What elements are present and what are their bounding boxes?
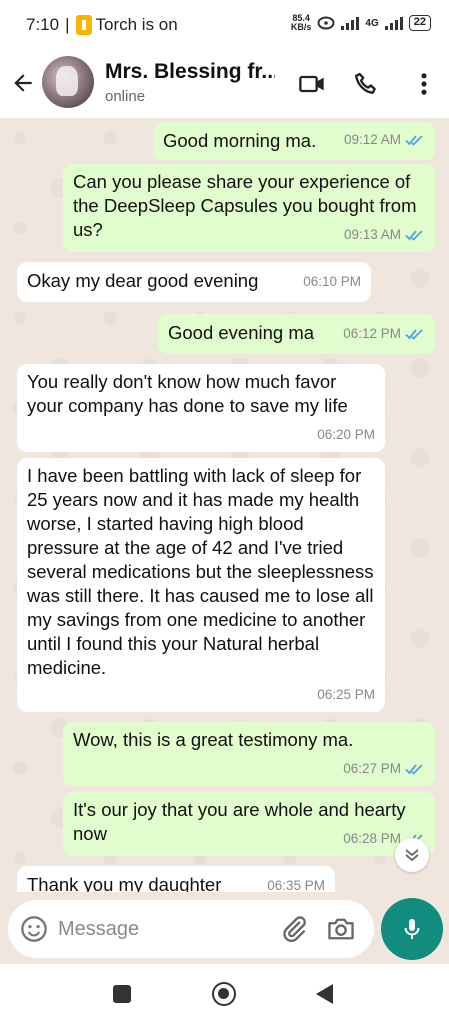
hotspot-icon: [317, 16, 335, 30]
read-ticks-icon: [405, 135, 423, 146]
home-button[interactable]: [212, 982, 236, 1006]
status-bar: 7:10 | Torch is on 85.4 KB/s 4G 22: [0, 0, 449, 50]
message-bubble-incoming[interactable]: I have been battling with lack of sleep …: [17, 458, 385, 712]
message-bubble-outgoing[interactable]: Good morning ma. 09:12 AM: [153, 122, 435, 160]
video-call-icon[interactable]: [298, 70, 326, 98]
phone-call-icon[interactable]: [352, 70, 380, 98]
system-back-button[interactable]: [316, 984, 333, 1004]
speed-unit: KB/s: [290, 22, 312, 32]
read-ticks-icon: [405, 329, 423, 340]
contact-status: online: [105, 88, 146, 105]
status-notification: Torch is on: [95, 15, 178, 34]
message-time: 06:25 PM: [317, 687, 375, 702]
emoji-icon[interactable]: [20, 915, 48, 943]
message-bubble-incoming[interactable]: Okay my dear good evening 06:10 PM: [17, 262, 371, 302]
chat-area[interactable]: Good morning ma. 09:12 AM Can you please…: [0, 118, 449, 892]
message-bubble-incoming[interactable]: Thank you my daughter 06:35 PM: [17, 866, 335, 892]
message-meta: 06:12 PM: [343, 322, 425, 346]
message-time: 06:35 PM: [267, 878, 325, 892]
message-meta: 09:13 AM: [344, 223, 425, 247]
back-arrow-icon[interactable]: [10, 70, 36, 96]
message-time: 09:13 AM: [343, 227, 401, 242]
message-time: 06:28 PM: [343, 831, 401, 846]
system-nav-bar: [0, 964, 449, 1024]
chat-header: Mrs. Blessing fr... online: [0, 50, 449, 118]
signal-bars-1: [341, 16, 360, 30]
recents-button[interactable]: [113, 985, 131, 1003]
message-bubble-outgoing[interactable]: Wow, this is a great testimony ma. 06:27…: [63, 722, 435, 786]
message-bubble-outgoing[interactable]: It's our joy that you are whole and hear…: [63, 792, 435, 856]
message-text: You really don't know how much favor you…: [27, 371, 348, 416]
scroll-down-button[interactable]: [395, 838, 429, 872]
scroll-down-icon: [405, 849, 419, 862]
network-type: 4G: [365, 17, 379, 29]
status-indicators: 85.4 KB/s 4G 22: [291, 14, 431, 32]
message-time: 09:12 AM: [343, 132, 401, 147]
message-input[interactable]: [58, 914, 238, 944]
message-time: 06:12 PM: [343, 326, 401, 341]
message-meta: 09:12 AM: [344, 128, 425, 152]
message-time: 06:27 PM: [343, 761, 401, 776]
avatar[interactable]: [42, 56, 94, 108]
read-ticks-icon: [405, 764, 423, 775]
mic-icon: [404, 919, 420, 939]
status-time: 7:10: [26, 15, 60, 34]
status-separator: |: [65, 15, 70, 34]
message-text: Good evening ma: [168, 322, 315, 343]
message-meta: 06:27 PM: [343, 757, 425, 781]
contact-name[interactable]: Mrs. Blessing fr...: [105, 60, 275, 84]
torch-icon: [75, 15, 92, 35]
mic-button[interactable]: [381, 898, 443, 960]
message-text: Good morning ma.: [163, 130, 317, 151]
message-text: I have been battling with lack of sleep …: [27, 465, 374, 678]
battery-indicator: 22: [408, 15, 431, 31]
input-bar: [0, 892, 449, 964]
message-bubble-outgoing[interactable]: Can you please share your experience of …: [63, 164, 435, 252]
message-text: Wow, this is a great testimony ma.: [73, 729, 354, 750]
message-bubble-incoming[interactable]: You really don't know how much favor you…: [17, 364, 385, 452]
message-meta: 06:10 PM: [303, 270, 361, 294]
message-text: Thank you my daughter: [27, 874, 222, 892]
more-options-icon[interactable]: [410, 70, 438, 98]
network-speed: 85.4 KB/s: [291, 14, 312, 32]
message-meta: 06:20 PM: [317, 423, 375, 447]
attach-icon[interactable]: [280, 915, 308, 943]
signal-bars-2: [384, 16, 403, 30]
camera-icon[interactable]: [326, 915, 356, 943]
message-meta: 06:35 PM: [267, 874, 325, 892]
message-time: 06:10 PM: [303, 274, 361, 289]
message-bubble-outgoing[interactable]: Good evening ma 06:12 PM: [158, 314, 435, 354]
read-ticks-icon: [405, 230, 423, 241]
message-input-box[interactable]: [8, 900, 374, 958]
message-meta: 06:25 PM: [317, 683, 375, 707]
message-time: 06:20 PM: [317, 427, 375, 442]
message-text: Okay my dear good evening: [27, 270, 259, 291]
